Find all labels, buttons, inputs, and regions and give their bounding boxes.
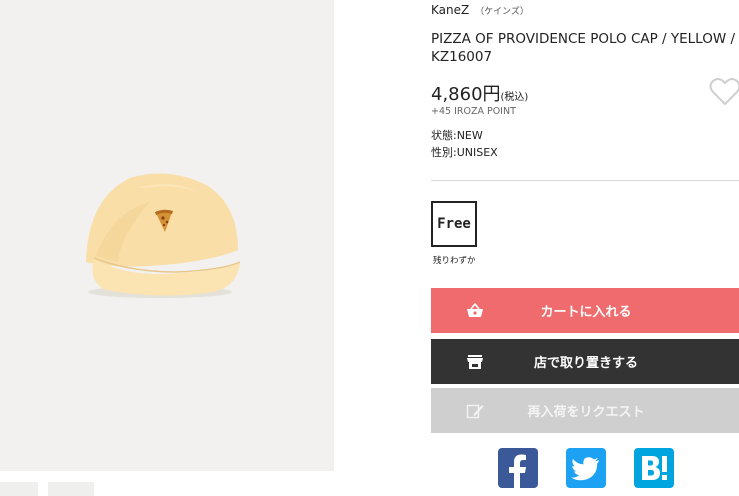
- twitter-icon: [566, 448, 606, 488]
- brand-link[interactable]: KaneZ （ケインズ）: [431, 3, 529, 17]
- product-image[interactable]: [0, 0, 334, 471]
- cap-photo: [86, 173, 241, 298]
- restock-request-button[interactable]: 再入荷をリクエスト: [431, 388, 739, 433]
- stock-note: 残りわずか: [433, 256, 476, 266]
- basket-icon: [467, 302, 483, 317]
- hatena-bookmark-icon: [642, 456, 667, 480]
- gender-text: 性別:UNISEX: [431, 146, 498, 159]
- hatena-bookmark-button[interactable]: [634, 448, 674, 488]
- favorite-button[interactable]: [709, 76, 739, 108]
- heart-icon: [709, 78, 739, 106]
- condition-text: 状態:NEW: [431, 129, 483, 142]
- add-to-cart-label: カートに入れる: [540, 305, 632, 320]
- tax-label: (税込): [500, 92, 529, 103]
- brand-kana: （ケインズ）: [475, 7, 529, 17]
- brand-name: KaneZ: [431, 3, 470, 17]
- product-price: 4,860円(税込): [431, 80, 528, 106]
- size-option-free[interactable]: Free: [431, 201, 477, 247]
- size-label: Free: [437, 216, 471, 232]
- thumbnail-1[interactable]: [0, 482, 38, 496]
- facebook-share-button[interactable]: [498, 448, 538, 488]
- facebook-icon: [509, 454, 526, 488]
- product-title: PIZZA OF PROVIDENCE POLO CAP / YELLOW / …: [431, 31, 736, 65]
- store-reserve-button[interactable]: 店で取り置きする: [431, 339, 739, 384]
- price-value: 4,860円: [431, 84, 501, 105]
- restock-request-label: 再入荷をリクエスト: [527, 405, 645, 420]
- points-text: +45 IROZA POINT: [431, 106, 516, 117]
- thumbnail-2[interactable]: [48, 482, 94, 496]
- store-icon: [467, 355, 483, 369]
- add-to-cart-button[interactable]: カートに入れる: [431, 288, 739, 333]
- divider: [431, 180, 739, 181]
- edit-icon: [466, 404, 484, 419]
- twitter-share-button[interactable]: [566, 448, 606, 488]
- store-reserve-label: 店で取り置きする: [533, 356, 638, 371]
